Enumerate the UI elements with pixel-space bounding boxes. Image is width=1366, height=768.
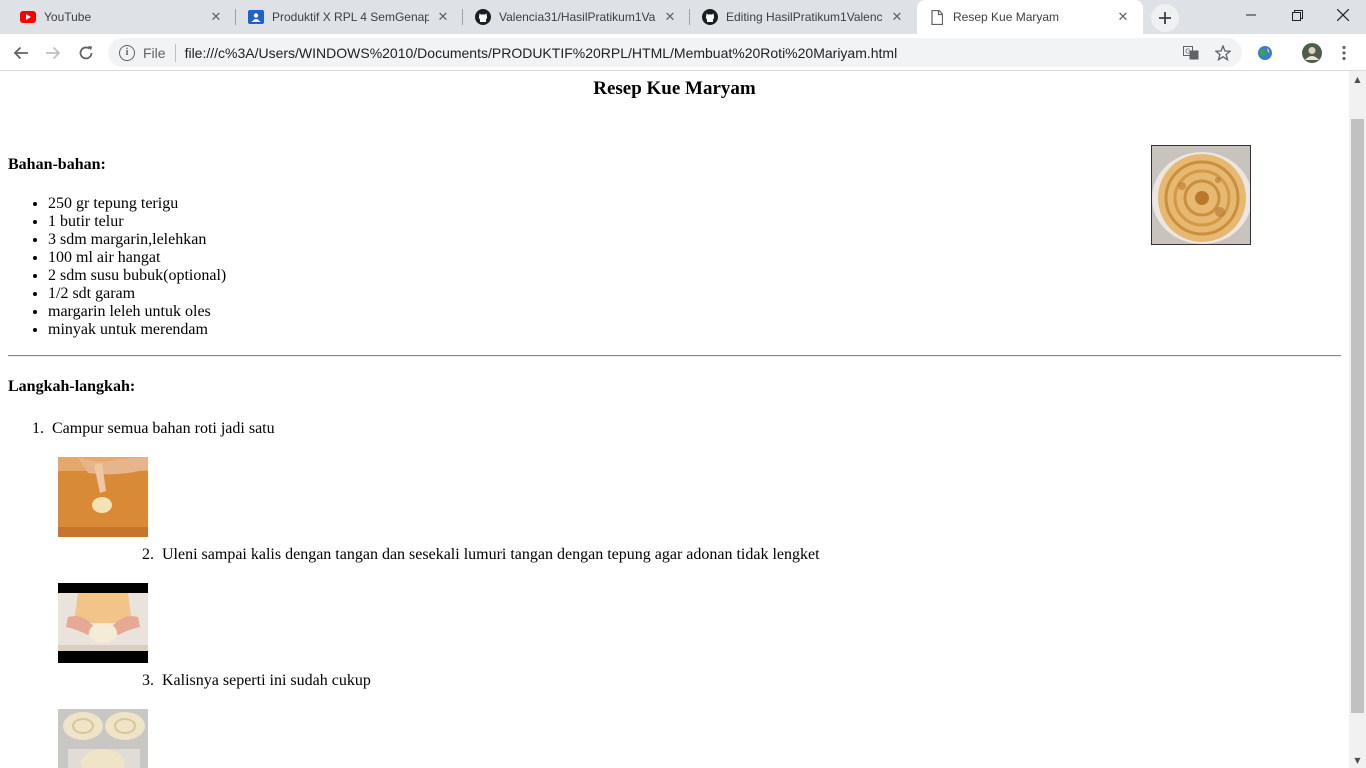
tab-title: Resep Kue Maryam <box>953 10 1060 24</box>
roti-maryam-photo <box>1151 145 1251 245</box>
page-viewport: Resep Kue Maryam Bahan-bahan: 250 gr tep… <box>0 71 1349 768</box>
step-number: 3. <box>142 672 154 689</box>
close-icon <box>1337 9 1349 21</box>
section-divider <box>8 355 1341 357</box>
address-scheme: File <box>143 44 166 61</box>
ingredients-list: 250 gr tepung terigu 1 butir telur 3 sdm… <box>48 195 226 339</box>
minimize-icon <box>1246 14 1256 16</box>
tab-classroom[interactable]: Produktif X RPL 4 SemGenap 1 ✕ <box>236 0 463 34</box>
address-url[interactable]: file:///c%3A/Users/WINDOWS%2010/Document… <box>185 45 898 61</box>
address-bar[interactable]: i File file:///c%3A/Users/WINDOWS%2010/D… <box>108 38 1242 67</box>
document-icon <box>929 9 945 25</box>
step-number: 1. <box>32 420 44 437</box>
tab-github-editing[interactable]: Editing HasilPratikum1Valencia ✕ <box>690 0 917 34</box>
profile-button[interactable] <box>1299 40 1325 66</box>
step-1: 1. Campur semua bahan roti jadi satu <box>32 420 275 438</box>
list-item: 2 sdm susu bubuk(optional) <box>48 267 226 285</box>
list-item: 3 sdm margarin,lelehkan <box>48 231 226 249</box>
info-icon[interactable]: i <box>119 44 135 61</box>
tab-title: Editing HasilPratikum1Valencia <box>726 10 883 24</box>
list-item: 1 butir telur <box>48 213 226 231</box>
github-icon <box>702 9 718 25</box>
close-tab-icon[interactable]: ✕ <box>435 9 451 25</box>
scroll-thumb[interactable] <box>1351 119 1364 713</box>
step-3: 3. Kalisnya seperti ini sudah cukup <box>142 672 371 690</box>
scroll-up-icon[interactable]: ▲ <box>1349 71 1366 87</box>
tab-title: Valencia31/HasilPratikum1Vale <box>499 10 656 24</box>
close-tab-icon[interactable]: ✕ <box>889 9 905 25</box>
list-item: 100 ml air hangat <box>48 249 226 267</box>
tab-github-repo[interactable]: Valencia31/HasilPratikum1Vale ✕ <box>463 0 690 34</box>
plus-icon <box>1159 12 1171 24</box>
scroll-down-icon[interactable]: ▼ <box>1349 752 1366 768</box>
close-window-button[interactable] <box>1320 0 1366 30</box>
step-number: 2. <box>142 546 154 563</box>
tab-strip: YouTube ✕ Produktif X RPL 4 SemGenap 1 ✕… <box>0 0 1366 34</box>
browser-toolbar: i File file:///c%3A/Users/WINDOWS%2010/D… <box>0 34 1366 71</box>
restore-button[interactable] <box>1274 0 1320 30</box>
menu-button[interactable] <box>1331 40 1357 66</box>
star-icon[interactable] <box>1214 44 1232 62</box>
arrow-right-icon <box>46 46 61 60</box>
page-title: Resep Kue Maryam <box>593 78 756 99</box>
step-text: Campur semua bahan roti jadi satu <box>52 420 275 437</box>
youtube-icon <box>20 9 36 25</box>
tab-youtube[interactable]: YouTube ✕ <box>8 0 236 34</box>
forward-button[interactable] <box>40 40 66 66</box>
tab-title: YouTube <box>44 10 92 24</box>
restore-icon <box>1291 9 1303 21</box>
new-tab-button[interactable] <box>1151 4 1179 32</box>
list-item: minyak untuk merendam <box>48 321 226 339</box>
steps-heading: Langkah-langkah: <box>8 378 136 395</box>
tab-resep-kue-maryam[interactable]: Resep Kue Maryam ✕ <box>917 0 1143 34</box>
translate-icon[interactable]: G <box>1182 44 1200 62</box>
reload-icon <box>79 46 93 60</box>
avatar <box>1302 43 1322 63</box>
close-tab-icon[interactable]: ✕ <box>208 9 224 25</box>
step-text: Kalisnya seperti ini sudah cukup <box>162 672 371 689</box>
tab-title: Produktif X RPL 4 SemGenap 1 <box>272 10 429 24</box>
step-3-photo <box>58 709 148 768</box>
page-scrollbar[interactable]: ▲ ▼ <box>1349 71 1366 768</box>
list-item: 250 gr tepung terigu <box>48 195 226 213</box>
step-2: 2. Uleni sampai kalis dengan tangan dan … <box>142 546 820 564</box>
github-icon <box>475 9 491 25</box>
ingredients-heading: Bahan-bahan: <box>8 156 106 173</box>
back-button[interactable] <box>8 40 34 66</box>
arrow-left-icon <box>13 46 28 60</box>
classroom-icon <box>248 9 264 25</box>
step-2-photo <box>58 583 148 663</box>
kebab-menu-icon <box>1342 45 1346 61</box>
minimize-button[interactable] <box>1228 0 1274 30</box>
step-text: Uleni sampai kalis dengan tangan dan ses… <box>162 546 820 563</box>
step-1-photo <box>58 457 148 537</box>
extension-button[interactable] <box>1252 40 1278 66</box>
address-divider <box>174 43 176 62</box>
close-tab-icon[interactable]: ✕ <box>1115 9 1131 25</box>
list-item: margarin leleh untuk oles <box>48 303 226 321</box>
globe-extension-icon <box>1258 46 1272 60</box>
svg-text:G: G <box>1185 48 1190 56</box>
reload-button[interactable] <box>73 40 99 66</box>
list-item: 1/2 sdt garam <box>48 285 226 303</box>
close-tab-icon[interactable]: ✕ <box>662 9 678 25</box>
